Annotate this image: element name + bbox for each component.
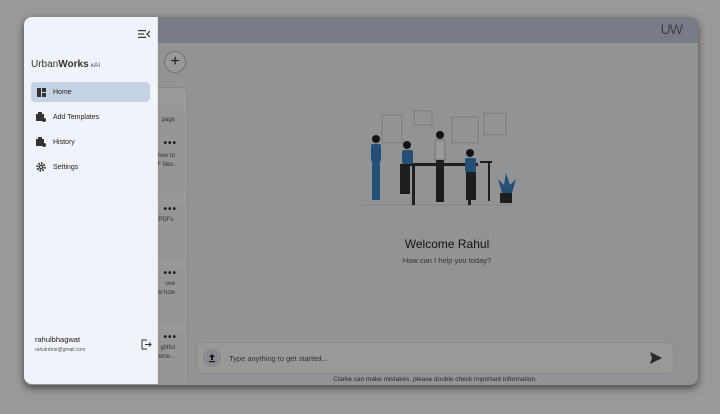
drawer-brand: UrbanWorks xAI	[31, 59, 100, 70]
brand-xai: xAI	[90, 62, 101, 69]
collapse-menu-icon[interactable]	[138, 29, 150, 39]
nav-item-label: Home	[53, 88, 72, 96]
user-name: rahulbhagwat	[35, 335, 81, 344]
nav-item-label: Add Templates	[53, 113, 100, 121]
nav-item-history[interactable]: History	[31, 132, 150, 152]
nav-item-label: History	[53, 138, 75, 146]
nav-item-home[interactable]: Home	[31, 82, 150, 102]
brand-works: Works	[58, 59, 89, 70]
nav-item-label: Settings	[53, 163, 79, 171]
dashboard-icon	[36, 87, 46, 97]
template-add-icon	[36, 112, 46, 122]
side-drawer: UrbanWorks xAI Home Add Templates History…	[24, 17, 158, 384]
gear-icon	[36, 162, 46, 172]
nav-item-add-templates[interactable]: Add Templates	[31, 107, 150, 127]
nav-item-settings[interactable]: Settings	[31, 157, 150, 177]
user-email: rahulrdme@gmail.com	[35, 347, 86, 353]
history-icon	[36, 137, 46, 147]
logout-icon[interactable]	[141, 339, 152, 350]
screen: UW + page ••• how to F files. ••• o PDFs…	[0, 0, 720, 414]
brand-urban: Urban	[31, 59, 59, 70]
